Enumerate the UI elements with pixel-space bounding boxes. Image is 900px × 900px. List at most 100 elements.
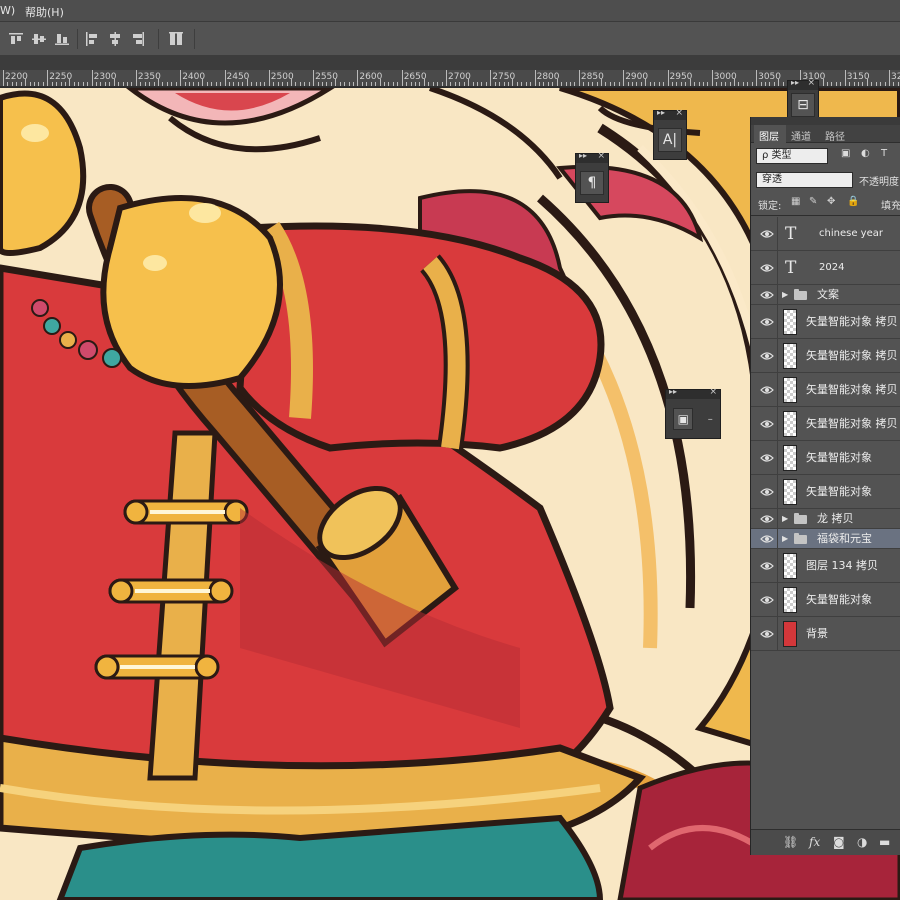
ruler-minor-tick: [663, 82, 665, 86]
layer-row[interactable]: 矢量智能对象: [751, 441, 900, 475]
paragraph-panel-icon[interactable]: ¶: [580, 171, 604, 195]
ruler-minor-tick: [375, 82, 377, 86]
menu-item-help[interactable]: 帮助(H): [25, 4, 64, 20]
layer-row[interactable]: 矢量智能对象 拷贝: [751, 407, 900, 441]
ruler-minor-tick: [317, 82, 319, 86]
ruler-minor-tick: [751, 82, 753, 86]
ruler-minor-tick: [339, 82, 341, 86]
ruler-minor-tick: [419, 82, 421, 86]
ruler-minor-tick: [596, 82, 598, 86]
ruler-minor-tick: [725, 82, 727, 86]
eye-visibility-icon[interactable]: [760, 487, 774, 497]
layer-name: 背景: [806, 627, 828, 640]
expand-arrow-icon[interactable]: ▶: [782, 285, 788, 305]
panel-dash: –: [707, 413, 713, 425]
align-left-edges-icon[interactable]: [84, 31, 100, 47]
ruler-minor-tick: [733, 79, 735, 86]
filter-pixel-icon[interactable]: ▣: [841, 148, 850, 159]
info-panel-icon[interactable]: ▣: [673, 408, 694, 430]
layer-row[interactable]: 矢量智能对象 拷贝 (: [751, 305, 900, 339]
align-right-edges-icon[interactable]: [130, 31, 146, 47]
eye-visibility-icon[interactable]: [760, 385, 774, 395]
layer-row[interactable]: 矢量智能对象: [751, 583, 900, 617]
eye-visibility-icon[interactable]: [760, 263, 774, 273]
layer-row[interactable]: ▶ 文案: [751, 285, 900, 305]
lock-paint-icon[interactable]: ✎: [809, 196, 817, 207]
ruler-minor-tick: [880, 82, 882, 86]
eye-visibility-icon[interactable]: [760, 595, 774, 605]
eye-visibility-icon[interactable]: [760, 453, 774, 463]
ruler-minor-tick: [171, 82, 173, 86]
ruler-minor-tick: [437, 82, 439, 86]
layer-row[interactable]: 矢量智能对象: [751, 475, 900, 509]
new-group-folder-icon[interactable]: ▬: [879, 835, 890, 849]
ruler-minor-tick: [556, 79, 558, 86]
filter-adjustment-icon[interactable]: ◐: [861, 148, 870, 159]
layer-row[interactable]: Tchinese year: [751, 217, 900, 251]
menu-item-window[interactable]: W): [0, 4, 15, 17]
arrange-icon[interactable]: ⊟: [791, 93, 815, 117]
ruler-minor-tick: [118, 82, 120, 86]
eye-visibility-icon[interactable]: [760, 561, 774, 571]
eye-visibility-icon[interactable]: [760, 514, 774, 524]
lock-all-icon[interactable]: 🔒: [847, 196, 859, 207]
ruler-minor-tick: [211, 82, 213, 86]
tab-layers[interactable]: 图层: [759, 128, 779, 143]
layer-row[interactable]: ▶ 福袋和元宝: [751, 529, 900, 549]
ruler-minor-tick: [552, 82, 554, 86]
eye-visibility-icon[interactable]: [760, 317, 774, 327]
ruler-minor-tick: [166, 82, 168, 86]
layer-row[interactable]: 矢量智能对象 拷贝: [751, 339, 900, 373]
blend-mode-select[interactable]: 穿透: [756, 172, 853, 188]
tab-channels[interactable]: 通道: [791, 128, 811, 143]
ruler-minor-tick: [321, 82, 323, 86]
ruler-minor-tick: [16, 82, 18, 86]
ruler-major-tick: [711, 70, 713, 86]
lock-move-icon[interactable]: ✥: [827, 196, 835, 207]
ruler-minor-tick: [370, 82, 372, 86]
eye-visibility-icon[interactable]: [760, 534, 774, 544]
ruler-major-tick: [401, 70, 403, 86]
ruler-minor-tick: [680, 82, 682, 86]
layer-row[interactable]: ▶ 龙 拷贝: [751, 509, 900, 529]
eye-visibility-icon[interactable]: [760, 229, 774, 239]
align-top-edges-icon[interactable]: [8, 31, 24, 47]
ruler-minor-tick: [348, 82, 350, 86]
lock-transparent-icon[interactable]: ▦: [791, 196, 800, 207]
auto-align-icon[interactable]: [168, 31, 184, 47]
layers-panel: 图层 通道 路径 ρ 类型 ▣ ◐ T 穿透 不透明度 锁定: ▦ ✎ ✥ 🔒 …: [750, 117, 900, 855]
horizontal-ruler: 2200 2250 2300 2350 2400 2450 2500 2550 2600 2650…: [0, 70, 900, 87]
adjustment-icon[interactable]: ◑: [857, 835, 867, 849]
fx-icon[interactable]: fx: [809, 835, 820, 849]
layer-row[interactable]: T 2024: [751, 251, 900, 285]
expand-arrow-icon[interactable]: ▶: [782, 509, 788, 529]
layer-row[interactable]: 图层 134 拷贝: [751, 549, 900, 583]
menu-bar: W) 帮助(H): [0, 0, 900, 22]
layer-filter-select[interactable]: ρ 类型: [756, 148, 828, 164]
expand-arrow-icon[interactable]: ▶: [782, 529, 788, 549]
eye-visibility-icon[interactable]: [760, 351, 774, 361]
align-vertical-centers-icon[interactable]: [31, 31, 47, 47]
eye-visibility-icon[interactable]: [760, 419, 774, 429]
align-horizontal-centers-icon[interactable]: [107, 31, 123, 47]
character-panel-icon[interactable]: A|: [658, 128, 682, 152]
ruler-minor-tick: [11, 82, 13, 86]
ruler-minor-tick: [184, 82, 186, 86]
ruler-minor-tick: [499, 82, 501, 86]
tab-paths[interactable]: 路径: [825, 128, 845, 143]
filter-type-icon[interactable]: T: [881, 148, 887, 159]
ruler-minor-tick: [113, 79, 115, 86]
ruler-minor-tick: [601, 79, 603, 86]
layer-name: 矢量智能对象: [806, 485, 872, 498]
link-icon[interactable]: ⛓: [783, 835, 798, 849]
layer-row[interactable]: 背景: [751, 617, 900, 651]
eye-visibility-icon[interactable]: [760, 629, 774, 639]
layer-thumbnail: [783, 621, 797, 647]
ruler-minor-tick: [778, 79, 780, 86]
eye-visibility-icon[interactable]: [760, 290, 774, 300]
ruler-minor-tick: [477, 82, 478, 86]
lock-label: 锁定:: [758, 201, 782, 212]
align-bottom-edges-icon[interactable]: [54, 31, 70, 47]
layer-row[interactable]: 矢量智能对象 拷贝: [751, 373, 900, 407]
mask-icon[interactable]: ◙: [833, 835, 845, 849]
